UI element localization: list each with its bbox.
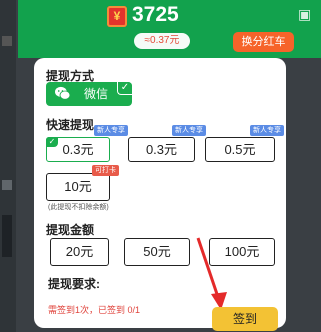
new-user-badge: 新人专享 [250, 125, 284, 136]
withdraw-panel: 提现方式 微信 ✓ 快速提现 ✓ 0.3元 新人专享 0.3元 新人专享 0.5… [34, 58, 286, 328]
game-car [2, 215, 12, 257]
background-game-strip [0, 0, 16, 332]
new-user-badge: 新人专享 [94, 125, 128, 136]
quick-withdraw-note: (此提现不扣除余额) [48, 204, 109, 211]
exchange-button[interactable]: 换分红车 [233, 32, 294, 52]
quick-option-4[interactable]: 10元 [46, 173, 110, 201]
amount-option-50[interactable]: 50元 [124, 238, 190, 266]
sign-in-button[interactable]: 签到 [212, 307, 278, 331]
amount-label: 50元 [143, 244, 171, 259]
requirement-title: 提现要求: [48, 277, 100, 291]
amount-label: 0.5元 [224, 142, 256, 157]
requirement-text: 需签到1次，已签到 0/1 [48, 305, 141, 315]
new-user-badge: 新人专享 [172, 125, 206, 136]
check-icon: ✓ [117, 82, 132, 95]
coin-balance: 3725 [132, 3, 179, 26]
wechat-icon [55, 86, 71, 100]
amount-label: 0.3元 [62, 142, 94, 157]
check-icon: ✓ [46, 137, 58, 147]
wechat-option[interactable]: 微信 ✓ [46, 82, 132, 106]
game-tile [2, 180, 12, 190]
amount-option-20[interactable]: 20元 [50, 238, 109, 266]
quick-withdraw-title: 快速提现 [46, 118, 95, 132]
amount-label: 0.3元 [145, 142, 178, 157]
withdraw-amount-title: 提现金额 [46, 223, 95, 237]
gift-icon[interactable]: ▣ [298, 6, 312, 22]
game-tile [2, 36, 12, 46]
cash-equivalent: ≈0.37元 [134, 33, 190, 49]
amount-label: 20元 [65, 244, 94, 259]
pointer-arrow-icon [196, 237, 227, 310]
wechat-label: 微信 [84, 87, 109, 101]
quick-option-1[interactable]: ✓ 0.3元 [46, 137, 110, 162]
coin-icon: ¥ [107, 6, 127, 27]
amount-label: 10元 [64, 179, 92, 194]
quick-option-3[interactable]: 0.5元 [205, 137, 275, 162]
quick-option-2[interactable]: 0.3元 [128, 137, 195, 162]
check-in-badge: 可打卡 [92, 165, 119, 176]
